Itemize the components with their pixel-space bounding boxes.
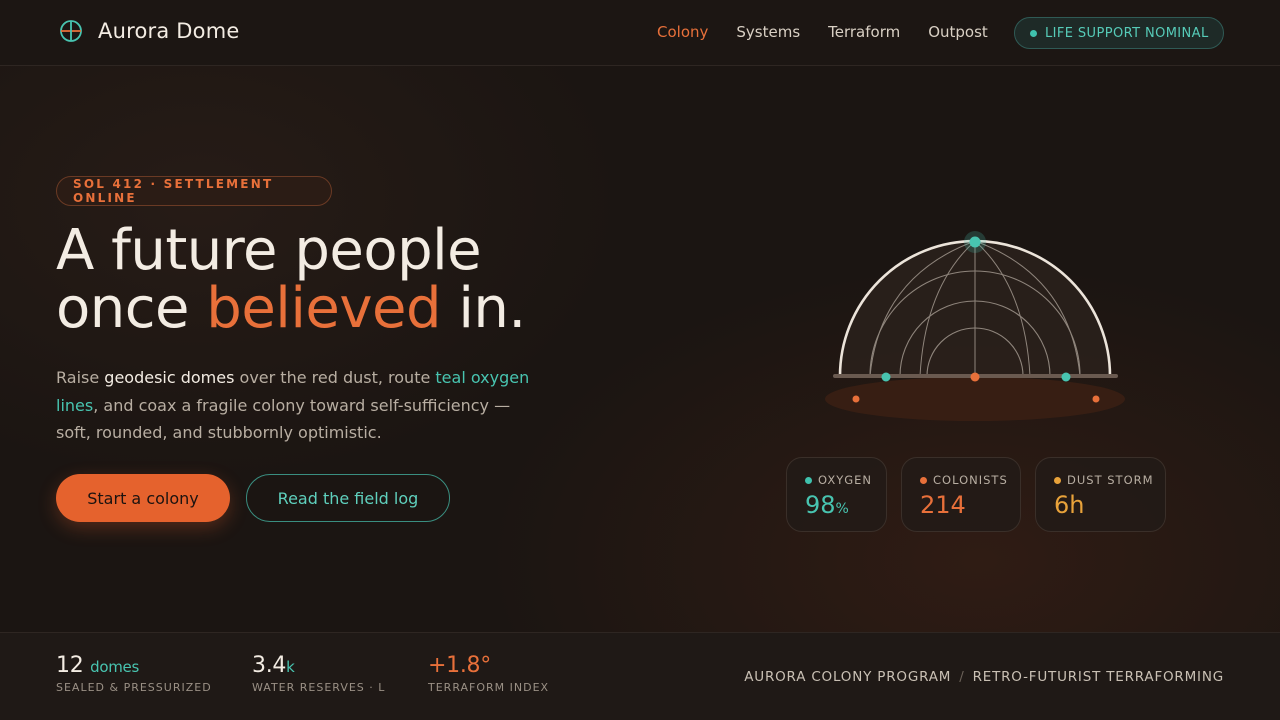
lede-part-2: over the red dust, route [234,368,436,387]
footer-separator: / [959,669,965,685]
water-value: 3.4k [252,653,385,678]
lede-part-1: Raise [56,368,105,387]
dust-storm-value: 6h [1054,491,1085,519]
domes-count: 12 [56,653,84,678]
globe-icon [60,20,82,42]
nav-item-terraform[interactable]: Terraform [828,23,900,41]
read-field-log-button[interactable]: Read the field log [246,474,450,522]
dome-base-node-left [881,372,891,382]
colonists-label-text: COLONISTS [933,473,1008,487]
oxygen-label: OXYGEN [805,473,886,487]
water-label: WATER RESERVES · L [252,681,386,694]
terraform-label: TERRAFORM INDEX [428,681,550,694]
hero-description: Raise geodesic domes over the red dust, … [56,364,536,447]
dust-storm-label-text: DUST STORM [1067,473,1154,487]
nav-item-colony[interactable]: Colony [657,23,708,41]
nav-item-systems[interactable]: Systems [736,23,800,41]
footer-stat-domes: 12 domes SEALED & PRESSURIZED [56,653,212,694]
colonists-dot-icon [920,476,927,484]
headline-accent: believed [206,276,442,341]
brand-logo[interactable]: Aurora Dome [58,18,239,44]
dome-ground-shadow [825,377,1125,421]
lede-part-3: , and coax a fragile colony toward self-… [56,395,511,443]
sol-status-tag: SOL 412 · SETTLEMENT ONLINE [56,176,332,206]
colonists-label: COLONISTS [920,473,1020,487]
oxygen-label-text: OXYGEN [818,473,872,487]
dome-base-node-right [1061,372,1071,382]
ground-marker-right [1092,395,1100,403]
colonists-stat-card: COLONISTS 214 [901,457,1021,532]
start-colony-button[interactable]: Start a colony [56,474,230,522]
oxygen-value: 98% [805,491,886,519]
colonists-value: 214 [920,491,966,519]
nav-item-outpost[interactable]: Outpost [928,23,988,41]
top-navigation-bar: Aurora Dome Colony Systems Terraform Out… [0,0,1280,66]
dome-illustration [825,231,1125,421]
lede-strong: geodesic domes [104,368,235,387]
sol-status-text: SOL 412 · SETTLEMENT ONLINE [73,177,274,205]
domes-unit: domes [90,658,139,676]
program-name: AURORA COLONY PROGRAM [744,669,952,685]
water-amount: 3.4 [252,653,287,678]
domes-label: SEALED & PRESSURIZED [56,681,212,694]
headline-line-2-post: in. [441,276,526,341]
footer-stat-water: 3.4k WATER RESERVES · L [252,653,385,694]
dust-storm-label: DUST STORM [1054,473,1165,487]
headline-line-2-pre: once [56,276,207,341]
status-dot-icon [1030,29,1037,37]
oxygen-value-unit: % [835,501,849,517]
domes-value: 12 domes [56,653,212,678]
program-tagline: RETRO-FUTURIST TERRAFORMING [972,669,1224,685]
dome-apex-node [969,236,981,248]
dome-base-node-center [970,372,980,382]
footer-bar: 12 domes SEALED & PRESSURIZED 3.4k WATER… [0,632,1280,720]
footer-stat-terraform: +1.8° TERRAFORM INDEX [428,653,549,694]
oxygen-value-number: 98 [805,491,836,519]
brand-name: Aurora Dome [98,19,240,43]
status-text: LIFE SUPPORT NOMINAL [1045,25,1209,41]
ground-marker-left [852,395,860,403]
oxygen-stat-card: OXYGEN 98% [786,457,887,532]
footer-program-credit: AURORA COLONY PROGRAM / RETRO-FUTURIST TER… [744,669,1224,685]
water-unit: k [286,658,295,676]
life-support-status-badge: LIFE SUPPORT NOMINAL [1014,17,1224,49]
terraform-value: +1.8° [428,653,491,678]
main-nav: Colony Systems Terraform Outpost [657,23,1016,41]
oxygen-dot-icon [805,476,812,484]
dust-storm-stat-card: DUST STORM 6h [1035,457,1166,532]
headline-line-1: A future people [56,218,482,283]
hero-headline: A future people once believed in. [56,222,676,338]
dust-storm-dot-icon [1054,476,1061,484]
